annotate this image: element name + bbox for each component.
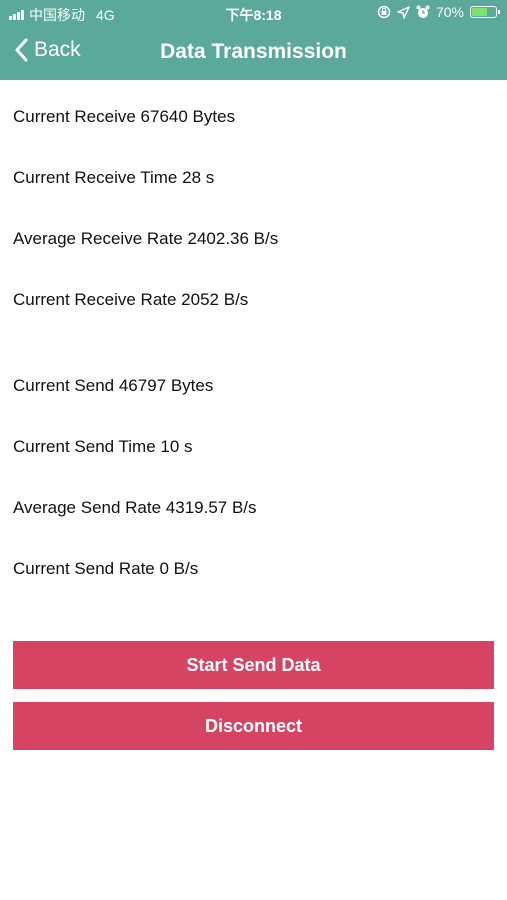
page-title: Data Transmission <box>160 40 347 63</box>
battery-cap <box>498 10 500 14</box>
navigation-bar: Back Data Transmission <box>0 28 507 80</box>
current-receive-bytes: Current Receive 67640 Bytes <box>13 107 236 126</box>
average-send-rate: Average Send Rate 4319.57 B/s <box>13 498 257 517</box>
status-bar: 中国移动 4G 下午8:18 70% <box>0 0 507 28</box>
data-transmission-screen: 中国移动 4G 下午8:18 70% Back Data Transmissio… <box>0 0 507 900</box>
lock-rotation-icon <box>377 5 391 19</box>
location-arrow-icon <box>397 5 410 19</box>
disconnect-button[interactable]: Disconnect <box>13 702 494 750</box>
average-receive-rate: Average Receive Rate 2402.36 B/s <box>13 229 279 248</box>
current-receive-rate: Current Receive Rate 2052 B/s <box>13 290 249 309</box>
current-send-bytes: Current Send 46797 Bytes <box>13 376 214 395</box>
battery-icon <box>470 6 500 18</box>
alarm-clock-icon <box>416 5 430 18</box>
battery-percent: 70% <box>435 4 464 20</box>
current-receive-time: Current Receive Time 28 s <box>13 168 215 187</box>
battery-fill <box>472 8 488 16</box>
header: 中国移动 4G 下午8:18 70% Back Data Transmissio… <box>0 0 507 80</box>
current-send-rate: Current Send Rate 0 B/s <box>13 559 199 578</box>
current-send-time: Current Send Time 10 s <box>13 437 193 456</box>
status-right: 70% <box>377 4 500 20</box>
start-send-data-button[interactable]: Start Send Data <box>13 641 494 689</box>
